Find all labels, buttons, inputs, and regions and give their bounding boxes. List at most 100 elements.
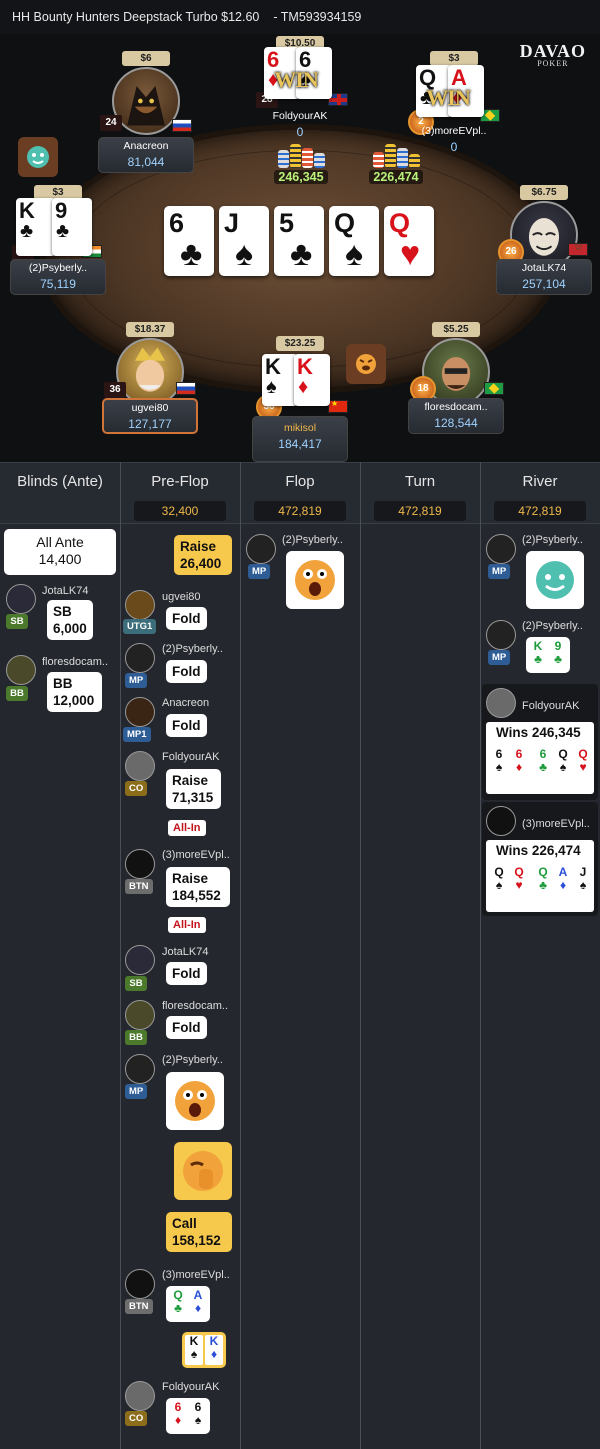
win-label: WIN <box>426 85 470 110</box>
raise-bubble: Raise 71,315 <box>166 769 221 809</box>
action-player-name: (3)moreEVpl.. <box>162 1269 230 1281</box>
seat-ugvei80[interactable]: $18.37 36 ugvei80 127,177 <box>102 322 198 442</box>
player-name: Anacreon <box>123 140 169 152</box>
shown-cards-hero: K ♠ K ♦ <box>182 1332 226 1368</box>
nameplate: JotaLK74 257,104 <box>496 259 592 295</box>
ante-label: All Ante <box>36 534 84 550</box>
bb-bubble: BB 12,000 <box>47 672 102 712</box>
poker-table-view: $6 24 Anacreon 81,044 $10.50 6 ♦ 6 ♠ WIN 2… <box>0 34 600 462</box>
action-player-name: ugvei80 <box>162 591 201 603</box>
all-in-tag: All-In <box>168 917 206 933</box>
level-badge: 36 <box>104 382 126 398</box>
avatar-moreevpl <box>486 806 516 836</box>
action-player-name: floresdocam.. <box>42 656 109 668</box>
board-card: Q ♠ <box>329 206 379 276</box>
bounty-tag: $3 <box>430 51 478 66</box>
board-card: 6 ♣ <box>164 206 214 276</box>
fold-bubble: Fold <box>166 962 207 985</box>
raise-bubble: Raise 184,552 <box>166 867 230 907</box>
winner-amount-box: Wins 246,345 6 ♠ 6 ♦ 6 ♣ Q ♠ Q ♥ <box>486 722 594 794</box>
seat-mikisol[interactable]: $23.25 K♠ K♦ 36 mikisol 184,417 <box>252 336 348 462</box>
player-stack: 128,544 <box>434 416 478 430</box>
position-badge: BB <box>6 686 28 701</box>
column-divider <box>480 462 481 1449</box>
player-name: mikisol <box>283 422 317 434</box>
sb-bubble: SB 6,000 <box>47 600 93 640</box>
community-cards: 6 ♣ J ♠ 5 ♣ Q ♠ Q ♥ <box>164 206 434 276</box>
position-badge: UTG1 <box>123 619 157 634</box>
nameplate: floresdocam.. 128,544 <box>408 398 504 434</box>
win-label: WIN <box>274 67 318 92</box>
seat-psyberly[interactable]: $3 K♣ 9♣ 10 (2)Psyberly.. 75,119 <box>10 185 106 305</box>
angry-face-icon <box>356 354 376 374</box>
position-badge: MP1 <box>123 727 151 742</box>
chip-stack-icon <box>366 138 426 168</box>
player-stack: 184,417 <box>278 437 322 451</box>
position-badge: SB <box>6 614 28 629</box>
shown-cards: 6 ♦ 6 ♠ <box>166 1398 210 1434</box>
col-turn: Turn 472,819 <box>360 463 480 525</box>
hole-card: 9 ♣ <box>52 198 92 256</box>
bounty-tag: $18.37 <box>126 322 174 337</box>
action-player-name: JotaLK74 <box>162 946 209 958</box>
player-name: floresdocam.. <box>424 401 488 413</box>
avatar <box>116 338 184 406</box>
action-player-name: (3)moreEVpl.. <box>162 849 230 861</box>
position-badge: BB <box>125 1030 147 1045</box>
tournament-title: HH Bounty Hunters Deepstack Turbo $12.60 <box>12 10 260 24</box>
nameplate: mikisol 184,417 <box>252 416 348 462</box>
action-player-name: (2)Psyberly.. <box>522 620 583 632</box>
seat-anacreon[interactable]: $6 24 Anacreon 81,044 <box>98 51 194 173</box>
player-stack: 127,177 <box>128 417 172 431</box>
avatar-foldyourak <box>125 751 155 781</box>
chat-emote-bubble-2[interactable] <box>346 344 386 384</box>
action-player-name: (2)Psyberly.. <box>522 534 583 546</box>
winner-amount-box: Wins 226,474 Q ♠ Q ♥ Q ♣ A ♦ J ♠ <box>486 840 594 912</box>
chat-emote-bubble[interactable] <box>18 137 58 177</box>
china-flag-icon <box>328 399 348 413</box>
column-divider <box>120 462 121 1449</box>
davao-poker-logo: DAVAO POKER <box>520 42 586 68</box>
hole-card: K ♦ <box>294 354 330 406</box>
board-card: 5 ♣ <box>274 206 324 276</box>
avatar-moreevpl <box>125 849 155 879</box>
action-player-name: (2)Psyberly.. <box>162 1054 223 1066</box>
fold-bubble: Fold <box>166 607 207 630</box>
avatar-psyberly <box>486 534 516 564</box>
shown-cards: K ♣ 9 ♣ <box>526 637 570 673</box>
seat-jotalk74[interactable]: $6.75 26 JotaLK74 257,104 <box>496 185 592 305</box>
player-name: FoldyourAK <box>272 110 328 122</box>
player-name: ugvei80 <box>131 402 169 414</box>
bounty-tag: $6.75 <box>520 185 568 200</box>
nameplate: ugvei80 127,177 <box>102 398 198 434</box>
avatar-floresdocam <box>6 655 36 685</box>
winner-amount: Wins 226,474 <box>496 843 581 858</box>
action-player-name: (2)Psyberly.. <box>162 643 223 655</box>
ante-value: 14,400 <box>38 551 82 567</box>
action-player-name: FoldyourAK <box>162 751 220 763</box>
avatar-psyberly <box>486 620 516 650</box>
avatar-psyberly <box>125 643 155 673</box>
raise-bubble-hero: Raise 26,400 <box>174 535 232 575</box>
fold-bubble: Fold <box>166 660 207 683</box>
hole-cards: K ♠ K ♦ <box>262 354 330 406</box>
player-name: JotaLK74 <box>521 262 567 274</box>
smiley-ball-emote-icon <box>526 551 584 609</box>
hole-cards: K ♣ 9 ♣ <box>16 198 92 256</box>
winner-box-2: (3)moreEVpl.. Wins 226,474 Q ♠ Q ♥ Q ♣ A ♦ J ♠ <box>482 802 598 916</box>
hole-card: K ♠ <box>262 354 298 406</box>
board-card: J ♠ <box>219 206 269 276</box>
hole-card: K ♣ <box>16 198 56 256</box>
position-badge: SB <box>125 976 147 991</box>
street-header: Blinds (Ante) Pre-Flop 32,400 Flop 472,819… <box>0 462 600 524</box>
player-stack: 81,044 <box>127 155 165 169</box>
position-badge: BTN <box>125 879 153 894</box>
seat-floresdocam[interactable]: $5.25 18 floresdocam.. 128,544 <box>408 322 504 442</box>
bounty-tag: $23.25 <box>276 336 324 351</box>
smiley-ball-icon <box>27 146 49 168</box>
avatar-psyberly <box>246 534 276 564</box>
position-badge: MP <box>488 564 511 579</box>
action-player-name: (2)Psyberly.. <box>282 534 343 546</box>
hole-cards: Q ♣ A ♦ WIN <box>416 65 484 117</box>
player-stack: 257,104 <box>522 277 566 291</box>
